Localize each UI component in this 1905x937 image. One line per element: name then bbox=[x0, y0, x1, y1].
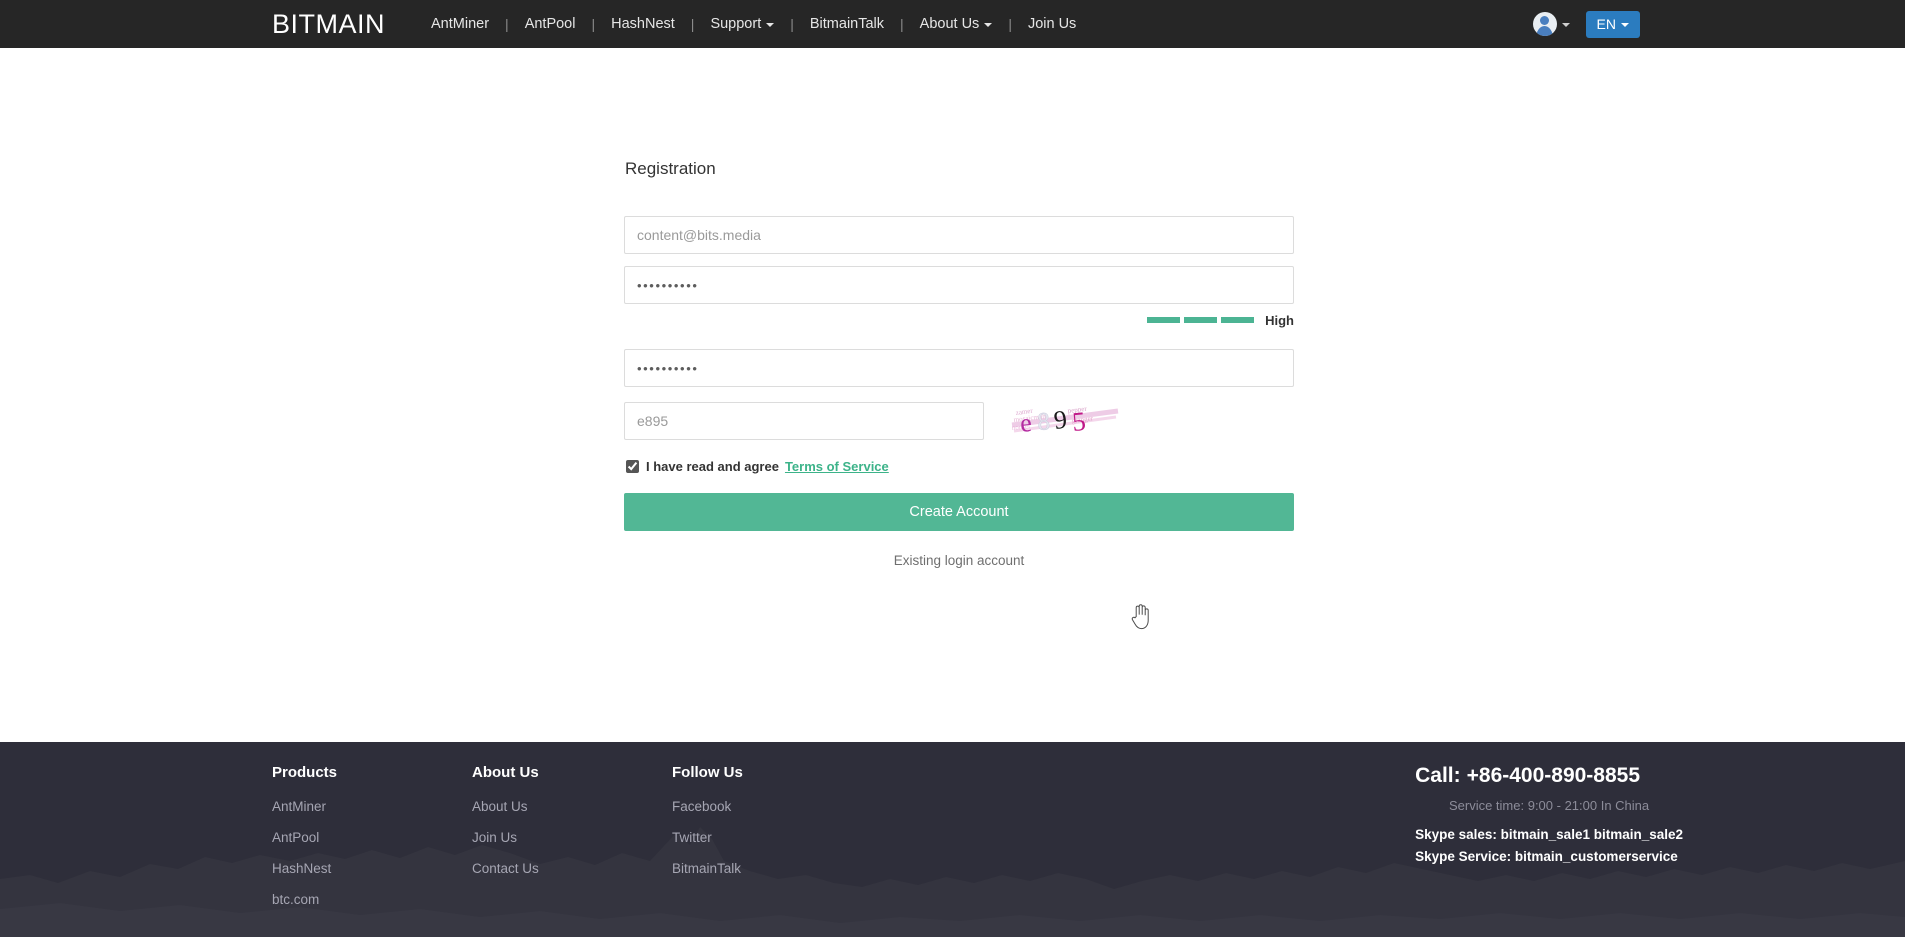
footer-contact-block: Call: +86-400-890-8855 Service time: 9:00… bbox=[1415, 764, 1683, 923]
account-menu[interactable] bbox=[1532, 12, 1570, 36]
svg-text:9: 9 bbox=[1052, 405, 1068, 435]
password-strength-label: High bbox=[1265, 312, 1294, 328]
nav-item-antminer[interactable]: AntMiner bbox=[421, 16, 499, 32]
nav-label: AntPool bbox=[524, 16, 576, 32]
nav-item-hashnest[interactable]: HashNest bbox=[601, 16, 685, 32]
terms-of-service-link[interactable]: Terms of Service bbox=[785, 459, 889, 474]
nav-separator: | bbox=[790, 16, 794, 32]
nav-separator: | bbox=[591, 16, 596, 32]
svg-text:5: 5 bbox=[1071, 406, 1087, 437]
chevron-down-icon bbox=[766, 23, 775, 27]
nav-item-join-us[interactable]: Join Us bbox=[1018, 16, 1086, 32]
footer-link-twitter[interactable]: Twitter bbox=[672, 830, 872, 845]
footer-link-about-us[interactable]: About Us bbox=[472, 799, 672, 814]
password-input[interactable]: •••••••••• bbox=[624, 266, 1294, 304]
footer-link-bitmaintalk[interactable]: BitmainTalk bbox=[672, 861, 872, 876]
nav-item-support[interactable]: Support bbox=[700, 16, 784, 32]
call-label: Call: bbox=[1415, 764, 1461, 787]
email-input[interactable]: content@bits.media bbox=[624, 216, 1294, 254]
footer-link-facebook[interactable]: Facebook bbox=[672, 799, 872, 814]
site-footer: Products AntMiner AntPool HashNest btc.c… bbox=[0, 742, 1905, 937]
user-avatar-icon bbox=[1532, 12, 1557, 36]
footer-skype-service: Skype Service: bitmain_customerservice bbox=[1415, 849, 1678, 864]
nav-item-antpool[interactable]: AntPool bbox=[515, 16, 586, 32]
captcha-image[interactable]: zamer mosaicmuh nonsei pepper granger e … bbox=[1010, 399, 1122, 443]
password-strength-meter: High bbox=[624, 311, 1294, 329]
mouse-cursor-pointer bbox=[1131, 604, 1149, 630]
nav-separator: | bbox=[690, 16, 695, 32]
registration-form: Registration content@bits.media ••••••••… bbox=[624, 159, 1294, 568]
footer-link-antminer[interactable]: AntMiner bbox=[272, 799, 472, 814]
chevron-down-icon bbox=[1621, 22, 1629, 27]
password-field-row: •••••••••• bbox=[624, 266, 1294, 304]
nav-separator: | bbox=[900, 16, 904, 32]
confirm-password-input[interactable]: •••••••••• bbox=[624, 349, 1294, 387]
footer-link-hashnest[interactable]: HashNest bbox=[272, 861, 472, 876]
footer-column-follow-us: Follow Us Facebook Twitter BitmainTalk bbox=[672, 764, 872, 923]
nav-label: Join Us bbox=[1027, 16, 1077, 32]
captcha-row: e895 zamer mosaicmuh nonsei pepper grang… bbox=[624, 399, 1294, 443]
main-navigation: AntMiner | AntPool | HashNest | Support … bbox=[421, 16, 1086, 32]
nav-label: Support bbox=[710, 16, 762, 32]
footer-heading: Products bbox=[272, 764, 338, 781]
footer-heading: Follow Us bbox=[672, 764, 743, 781]
svg-text:8: 8 bbox=[1037, 408, 1051, 436]
footer-heading: About Us bbox=[472, 764, 539, 781]
footer-service-time: Service time: 9:00 - 21:00 In China bbox=[1448, 798, 1650, 813]
language-selector-button[interactable]: EN bbox=[1585, 10, 1640, 38]
footer-call-line: Call: +86-400-890-8855 bbox=[1415, 764, 1683, 788]
nav-separator: | bbox=[505, 16, 509, 32]
footer-link-antpool[interactable]: AntPool bbox=[272, 830, 472, 845]
language-label: EN bbox=[1596, 15, 1616, 32]
nav-label: About Us bbox=[919, 16, 980, 32]
footer-column-products: Products AntMiner AntPool HashNest btc.c… bbox=[272, 764, 472, 923]
footer-skype-sales: Skype sales: bitmain_sale1 bitmain_sale2 bbox=[1415, 827, 1683, 842]
strength-segment-1 bbox=[1147, 317, 1181, 323]
create-account-button[interactable]: Create Account bbox=[624, 493, 1294, 531]
terms-text: I have read and agree bbox=[646, 459, 779, 474]
bitmain-logo[interactable]: BITMAIN bbox=[272, 10, 385, 38]
nav-label: AntMiner bbox=[431, 16, 490, 32]
footer-link-btc-com[interactable]: btc.com bbox=[272, 892, 472, 907]
terms-checkbox[interactable] bbox=[626, 460, 639, 473]
existing-login-account-link[interactable]: Existing login account bbox=[624, 553, 1294, 568]
main-content: Registration content@bits.media ••••••••… bbox=[0, 48, 1905, 742]
email-field-row: content@bits.media bbox=[624, 216, 1294, 254]
chevron-down-icon bbox=[1561, 23, 1570, 27]
captcha-input[interactable]: e895 bbox=[624, 402, 984, 440]
strength-segment-3 bbox=[1221, 317, 1255, 323]
footer-link-join-us[interactable]: Join Us bbox=[472, 830, 672, 845]
nav-separator: | bbox=[1008, 16, 1012, 32]
header-right-controls: EN bbox=[1532, 0, 1905, 48]
terms-agreement-row: I have read and agree Terms of Service bbox=[626, 459, 1294, 474]
nav-item-bitmaintalk[interactable]: BitmainTalk bbox=[800, 16, 894, 32]
footer-link-contact-us[interactable]: Contact Us bbox=[472, 861, 672, 876]
captcha-svg: zamer mosaicmuh nonsei pepper granger e … bbox=[1011, 405, 1119, 438]
nav-label: HashNest bbox=[611, 16, 675, 32]
footer-content: Products AntMiner AntPool HashNest btc.c… bbox=[0, 742, 1905, 923]
footer-phone-number: +86-400-890-8855 bbox=[1466, 764, 1641, 787]
nav-item-about-us[interactable]: About Us bbox=[910, 16, 1003, 32]
confirm-password-field-row: •••••••••• bbox=[624, 349, 1294, 387]
footer-column-about-us: About Us About Us Join Us Contact Us bbox=[472, 764, 672, 923]
site-header: BITMAIN AntMiner | AntPool | HashNest | … bbox=[0, 0, 1905, 48]
nav-label: BitmainTalk bbox=[809, 16, 885, 32]
strength-segment-2 bbox=[1184, 317, 1218, 323]
chevron-down-icon bbox=[984, 23, 993, 27]
page-title: Registration bbox=[625, 159, 716, 178]
